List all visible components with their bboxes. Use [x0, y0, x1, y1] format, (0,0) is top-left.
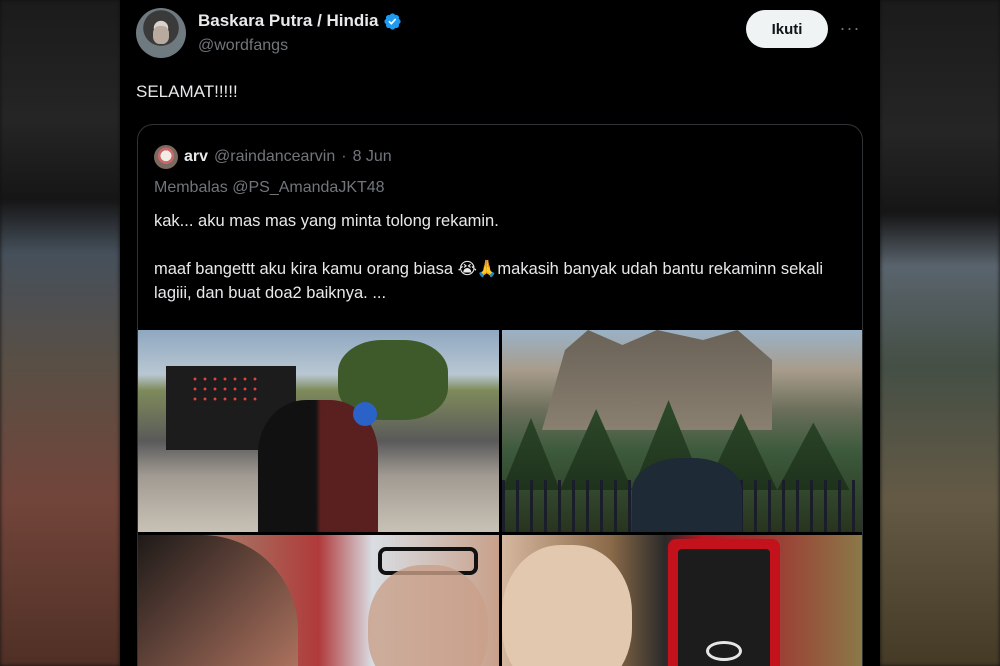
display-name[interactable]: Baskara Putra / Hindia: [198, 11, 378, 31]
verified-badge-icon: [384, 12, 402, 30]
more-icon[interactable]: ···: [838, 14, 862, 42]
separator-dot: ·: [341, 148, 347, 165]
quoted-header: arv @raindancearvin · 8 Jun: [154, 145, 392, 169]
quoted-handle[interactable]: @raindancearvin: [214, 148, 335, 166]
quoted-tweet[interactable]: arv @raindancearvin · 8 Jun Membalas @PS…: [137, 124, 863, 666]
ring-photo[interactable]: [502, 535, 862, 666]
quoted-name[interactable]: arv: [184, 148, 208, 166]
follow-button[interactable]: Ikuti: [746, 10, 828, 48]
balloon-shape: [353, 402, 377, 426]
avatar-face: [153, 26, 169, 44]
quoted-avatar[interactable]: [154, 145, 178, 169]
author-handle[interactable]: @wordfangs: [198, 37, 288, 55]
author-name-row: Baskara Putra / Hindia: [198, 11, 402, 31]
hand-shape: [502, 545, 632, 666]
man-face-shape: [368, 565, 488, 666]
reply-context: Membalas @PS_AmandaJKT48: [154, 179, 385, 196]
quoted-paragraph-1: kak... aku mas mas yang minta tolong rek…: [154, 212, 499, 230]
tweet: Baskara Putra / Hindia @wordfangs Ikuti …: [120, 0, 880, 666]
quoted-paragraph-2: maaf bangettt aku kira kamu orang biasa …: [154, 260, 824, 302]
concert-photo[interactable]: [138, 330, 499, 532]
tweet-text: SELAMAT!!!!!: [136, 82, 238, 101]
selfie-photo[interactable]: [138, 535, 499, 666]
avatar[interactable]: [136, 8, 186, 58]
castle-shape: [542, 330, 772, 430]
castle-photo[interactable]: [502, 330, 862, 532]
ring-shape: [706, 641, 742, 661]
woman-face-shape: [138, 535, 298, 666]
quoted-date[interactable]: 8 Jun: [353, 148, 392, 166]
people-shape: [632, 458, 742, 532]
stage-lights-shape: [190, 374, 260, 404]
quoted-text: kak... aku mas mas yang minta tolong rek…: [154, 209, 844, 329]
